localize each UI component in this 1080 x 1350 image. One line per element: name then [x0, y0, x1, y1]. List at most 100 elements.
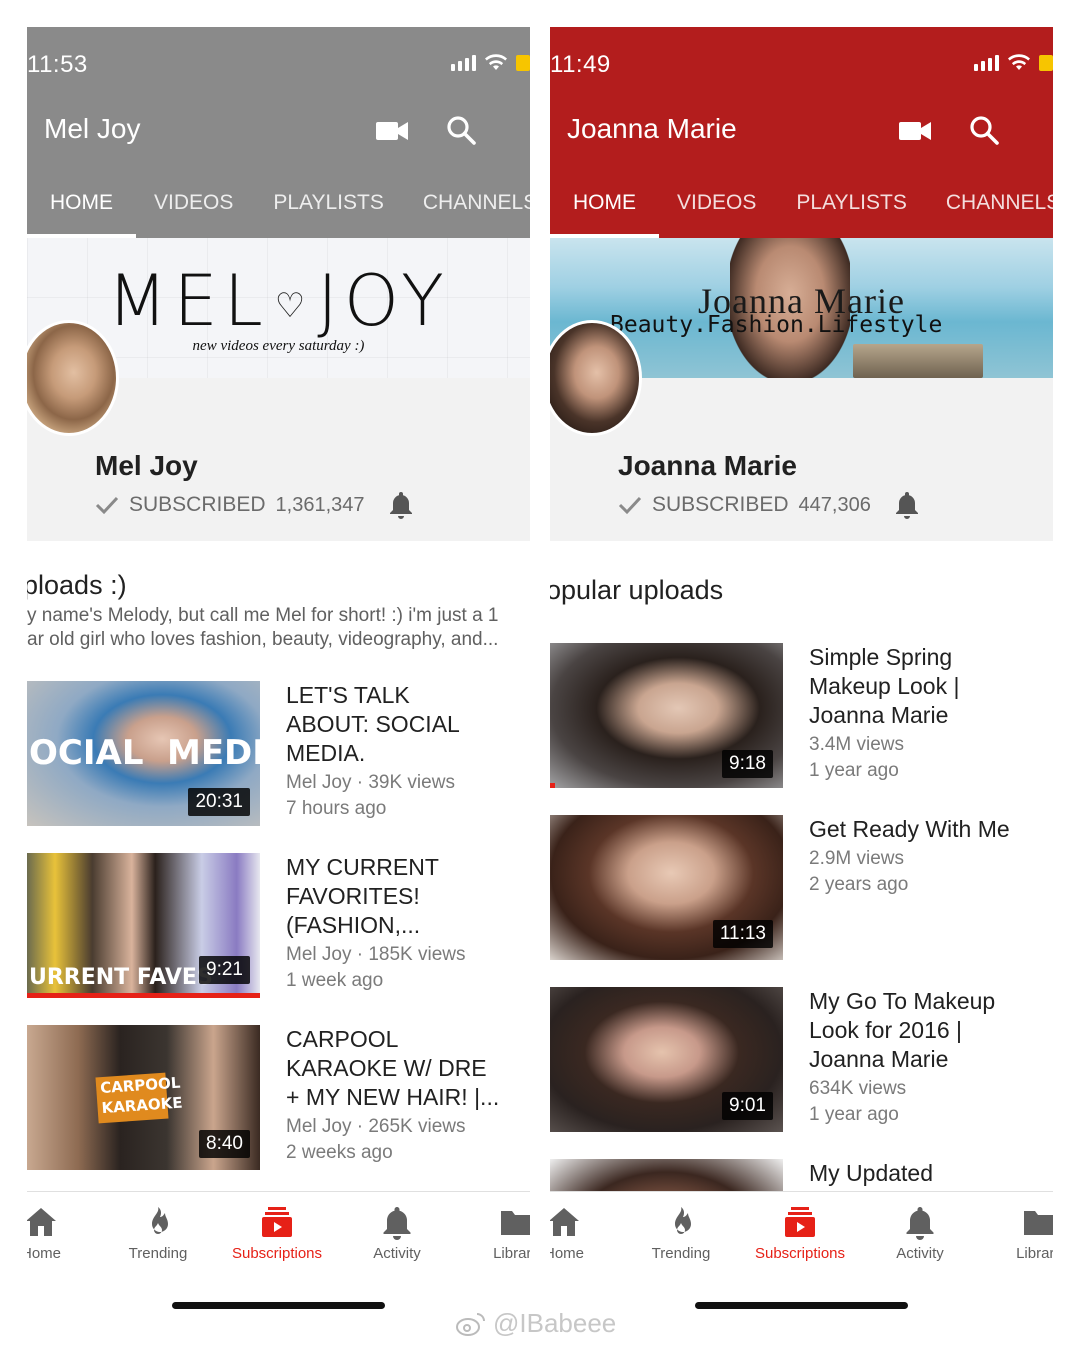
subscribe-row: SUBSCRIBED 1,361,347	[95, 490, 415, 520]
video-title[interactable]: MY CURRENT FAVORITES! (FASHION,...	[286, 853, 516, 940]
search-icon[interactable]	[446, 115, 476, 145]
video-item[interactable]: 9:18 Simple Spring Makeup Look | Joanna Ma…	[550, 643, 1053, 788]
bottom-navigation: Home Trending Subscriptions Activity Lib…	[27, 1191, 530, 1317]
carpool-karaoke-sign: CARPOOL KARAOKE	[95, 1072, 183, 1124]
video-meta-age: 2 years ago	[809, 874, 909, 895]
channel-avatar[interactable]	[27, 320, 119, 436]
tab-channels[interactable]: CHANNELS	[930, 168, 1053, 238]
channel-name: Joanna Marie	[618, 450, 797, 481]
video-meta-age: 7 hours ago	[286, 798, 387, 819]
video-title[interactable]: My Go To Makeup Look for 2016 | Joanna Mar…	[809, 987, 1039, 1074]
video-duration: 11:13	[712, 920, 773, 948]
status-time: 11:49	[550, 51, 611, 78]
nav-home[interactable]: Home	[27, 1192, 91, 1262]
checkmark-icon	[95, 496, 119, 515]
video-thumbnail[interactable]: CARPOOL KARAOKE 8:40	[27, 1025, 260, 1170]
channel-header: Joanna Marie Beauty.Fashion.Lifestyle Jo…	[550, 238, 1053, 541]
video-title[interactable]: Simple Spring Makeup Look | Joanna Marie	[809, 643, 1039, 730]
tab-channels[interactable]: CHANNELS	[407, 168, 530, 238]
video-title[interactable]: Get Ready With Me	[809, 815, 1039, 844]
video-item[interactable]: URRENT FAVES 9:21 MY CURRENT FAVORITES! (F…	[27, 853, 530, 998]
video-title[interactable]: LET'S TALK ABOUT: SOCIAL MEDIA.	[286, 681, 516, 768]
tab-playlists[interactable]: PLAYLISTS	[779, 168, 930, 238]
home-indicator[interactable]	[695, 1302, 908, 1309]
channel-description-line-1: y name's Melody, but call me Mel for sho…	[27, 605, 499, 626]
thumbnail-text: MEDIA.	[167, 733, 260, 773]
channel-name: Mel Joy	[95, 450, 198, 481]
video-title[interactable]: CARPOOL KARAOKE W/ DRE + MY NEW HAIR! |...	[286, 1025, 516, 1112]
status-icons	[974, 53, 1053, 71]
video-item[interactable]: CARPOOL KARAOKE 8:40 CARPOOL KARAOKE W/ D…	[27, 1025, 530, 1170]
trending-flame-icon	[152, 1207, 168, 1234]
tab-videos[interactable]: VIDEOS	[136, 168, 256, 238]
subscribed-button[interactable]: SUBSCRIBED	[652, 493, 789, 517]
video-thumbnail[interactable]: 9:01	[550, 987, 783, 1132]
nav-activity[interactable]: Activity	[347, 1192, 447, 1262]
left-screen-mel-joy: 11:53 Mel Joy HOME VIDEOS PLAYLISTS CHAN…	[27, 27, 530, 1317]
video-thumbnail[interactable]: 9:18	[550, 643, 783, 788]
heart-icon: ♡	[274, 286, 312, 326]
video-meta-age: 2 weeks ago	[286, 1142, 393, 1163]
video-camera-icon[interactable]	[899, 119, 931, 143]
channel-tabs: HOME VIDEOS PLAYLISTS CHANNELS	[27, 168, 530, 238]
weibo-icon	[456, 1312, 485, 1336]
channel-title: Joanna Marie	[567, 113, 737, 144]
checkmark-icon	[618, 496, 642, 515]
subscribe-row: SUBSCRIBED 447,306	[618, 490, 921, 520]
video-item[interactable]: 9:01 My Go To Makeup Look for 2016 | Joann…	[550, 987, 1053, 1132]
tab-videos[interactable]: VIDEOS	[659, 168, 779, 238]
video-meta-age: 1 year ago	[809, 1104, 899, 1125]
nav-subscriptions[interactable]: Subscriptions	[227, 1192, 327, 1262]
video-item[interactable]: 11:13 Get Ready With Me 2.9M views 2 yea…	[550, 815, 1053, 960]
channel-avatar[interactable]	[550, 320, 642, 436]
signal-icon	[451, 53, 476, 71]
subscriptions-icon	[785, 1207, 815, 1237]
banner-logo: MEL ♡JOY	[107, 260, 450, 342]
home-icon	[27, 1208, 56, 1236]
folder-icon	[501, 1211, 530, 1235]
subscribed-button[interactable]: SUBSCRIBED	[129, 493, 266, 517]
notification-bell-icon[interactable]	[387, 490, 415, 520]
nav-library[interactable]: Library	[989, 1192, 1053, 1262]
channel-header: MEL ♡JOY new videos every saturday :) Mel…	[27, 238, 530, 541]
home-icon	[550, 1208, 579, 1236]
video-duration: 20:31	[188, 788, 250, 816]
thumbnail-text: OCIAL	[29, 733, 144, 773]
banner-dock	[853, 344, 983, 378]
video-thumbnail[interactable]: 11:13	[550, 815, 783, 960]
tab-playlists[interactable]: PLAYLISTS	[256, 168, 407, 238]
home-indicator[interactable]	[172, 1302, 385, 1309]
wifi-icon	[1008, 54, 1030, 70]
search-icon[interactable]	[969, 115, 999, 145]
video-meta-age: 1 year ago	[809, 760, 899, 781]
video-meta-views: 3.4M views	[809, 734, 905, 755]
nav-subscriptions[interactable]: Subscriptions	[750, 1192, 850, 1262]
status-icons	[451, 53, 530, 71]
folder-icon	[1024, 1211, 1053, 1235]
signal-icon	[974, 53, 999, 71]
notification-bell-icon[interactable]	[893, 490, 921, 520]
video-thumbnail[interactable]: URRENT FAVES 9:21	[27, 853, 260, 998]
nav-trending[interactable]: Trending	[631, 1192, 731, 1262]
channel-tabs: HOME VIDEOS PLAYLISTS CHANNELS	[550, 168, 1053, 238]
video-title[interactable]: My Updated	[809, 1159, 1039, 1188]
subscriptions-icon	[262, 1207, 292, 1237]
section-title: opular uploads	[550, 575, 724, 605]
nav-home[interactable]: Home	[550, 1192, 614, 1262]
video-thumbnail[interactable]: OCIAL MEDIA. 20:31	[27, 681, 260, 826]
wifi-icon	[485, 54, 507, 70]
thumbnail-text: URRENT FAVES	[29, 965, 213, 990]
video-meta-views: 634K views	[809, 1078, 907, 1099]
channel-title: Mel Joy	[44, 113, 141, 144]
tab-home[interactable]: HOME	[27, 168, 136, 238]
nav-activity[interactable]: Activity	[870, 1192, 970, 1262]
video-meta-views: Mel Joy · 39K views	[286, 772, 455, 793]
nav-library[interactable]: Library	[466, 1192, 530, 1262]
channel-description-line-2: ar old girl who loves fashion, beauty, v…	[27, 629, 499, 650]
nav-trending[interactable]: Trending	[108, 1192, 208, 1262]
video-camera-icon[interactable]	[376, 119, 408, 143]
app-header: 11:49 Joanna Marie HOME VIDEOS PLAYLISTS…	[550, 27, 1053, 238]
video-item[interactable]: OCIAL MEDIA. 20:31 LET'S TALKABOUT: SOCI…	[27, 681, 530, 826]
tab-home[interactable]: HOME	[550, 168, 659, 238]
video-meta-views: Mel Joy · 185K views	[286, 944, 466, 965]
